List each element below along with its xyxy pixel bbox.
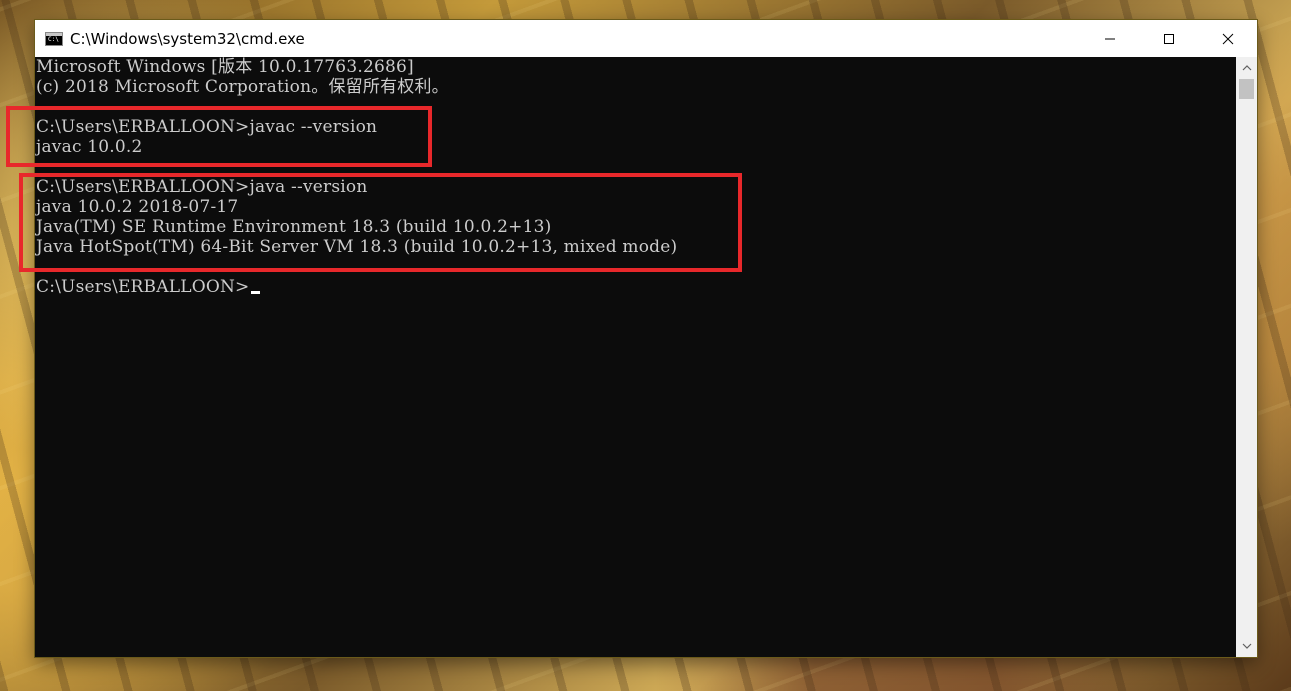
close-icon [1222,33,1233,44]
console-line: javac 10.0.2 [36,137,143,157]
cmd-icon[interactable] [45,31,63,46]
console-line: java 10.0.2 2018-07-17 [36,197,239,217]
cmd-window[interactable]: C:\Windows\system32\cmd.exe Microsoft Wi… [35,20,1257,657]
console-line: Java HotSpot(TM) 64-Bit Server VM 18.3 (… [36,237,678,257]
console-line: C:\Users\ERBALLOON>javac --version [36,117,378,137]
console-line: C:\Users\ERBALLOON>java --version [36,177,368,197]
minimize-icon [1104,38,1115,39]
window-controls [1080,20,1257,57]
console-line: Microsoft Windows [版本 10.0.17763.2686] [36,57,414,77]
maximize-button[interactable] [1139,20,1198,57]
scroll-down-button[interactable] [1236,637,1257,655]
prompt-text: C:\Users\ERBALLOON> [36,277,250,297]
console-output[interactable]: Microsoft Windows [版本 10.0.17763.2686] (… [35,57,1236,657]
text-cursor [250,291,260,294]
prompt-line[interactable]: C:\Users\ERBALLOON> [36,277,260,297]
vertical-scrollbar[interactable] [1236,57,1257,657]
chevron-up-icon [1242,65,1251,71]
console-line: Java(TM) SE Runtime Environment 18.3 (bu… [36,217,552,237]
minimize-button[interactable] [1080,20,1139,57]
maximize-icon [1163,33,1174,44]
scrollbar-thumb[interactable] [1239,79,1254,99]
window-title: C:\Windows\system32\cmd.exe [70,29,305,48]
title-bar[interactable]: C:\Windows\system32\cmd.exe [35,20,1257,57]
scroll-up-button[interactable] [1236,59,1257,77]
chevron-down-icon [1242,643,1251,649]
close-button[interactable] [1198,20,1257,57]
console-line: (c) 2018 Microsoft Corporation。保留所有权利。 [36,77,449,97]
